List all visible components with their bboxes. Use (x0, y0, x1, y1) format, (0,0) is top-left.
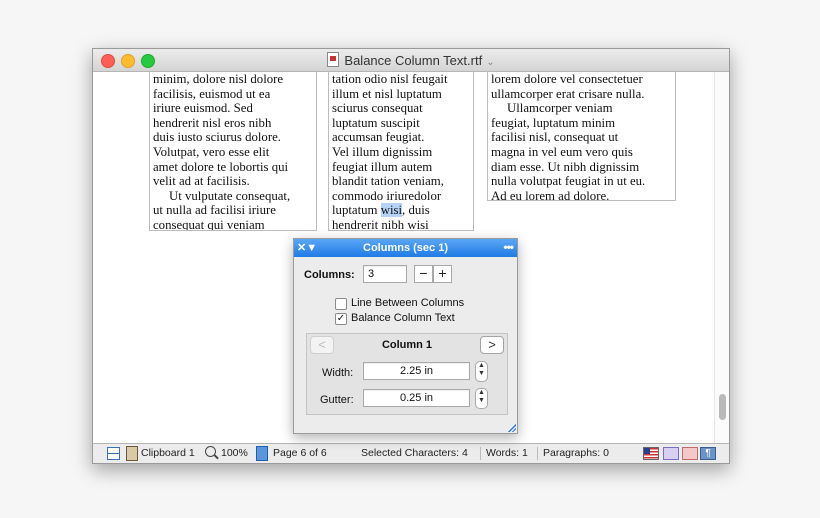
width-stepper[interactable]: ▲ ▼ (475, 361, 488, 382)
chevron-down-icon[interactable]: ⌄ (486, 57, 494, 68)
columns-panel: ✕▼ Columns (sec 1) ••• Columns: 3 − + Li… (293, 238, 518, 434)
text-line: luptatum suscipit (332, 115, 420, 130)
status-divider (480, 447, 481, 460)
text-line: facilisi nisl, consequat ut (491, 130, 619, 145)
text-line: amet dolore te lobortis qui (153, 159, 289, 174)
plus-icon: + (438, 265, 447, 281)
text-line: lorem dolore vel consectetuer (491, 72, 643, 86)
clipboard-status[interactable]: Clipboard 1 (141, 447, 195, 459)
panel-resize-handle-icon[interactable] (507, 423, 516, 432)
line-between-columns-checkbox[interactable] (335, 298, 347, 310)
pilcrow-glyph: ¶ (705, 448, 711, 459)
width-label: Width: (322, 367, 354, 379)
text-line: velit ad at facilisis. (153, 174, 250, 189)
magnifier-icon[interactable] (205, 446, 216, 457)
text-line: commodo iriuredolor (332, 188, 442, 203)
page-indicator[interactable]: Page 6 of 6 (273, 447, 327, 459)
stamp-icon[interactable] (682, 447, 698, 460)
columns-count-field[interactable]: 3 (363, 265, 407, 283)
gutter-stepper[interactable]: ▲ ▼ (475, 388, 488, 409)
text-line: blandit tation veniam, (332, 174, 444, 189)
pilcrow-icon[interactable]: ¶ (700, 447, 716, 460)
text-line: facilisis, euismod ut ea (153, 86, 271, 101)
paragraph-count: Paragraphs: 0 (543, 447, 609, 459)
columns-count-value: 3 (368, 268, 375, 280)
text-line-with-selection: luptatum wisi, duis (332, 203, 470, 218)
page-icon[interactable] (256, 446, 268, 461)
text-line: iriure euismod. Sed (153, 101, 253, 116)
scrollbar-thumb[interactable] (719, 394, 726, 420)
text-line: sciurus consequat (332, 101, 423, 116)
titlebar[interactable]: Balance Column Text.rtf ⌄ (93, 49, 729, 72)
text-column-2[interactable]: tation odio nisl feugait illum et nisl l… (328, 72, 474, 231)
text-line: nulla volutpat feugiat in ut eu. (491, 174, 646, 189)
gutter-width-value: 0.25 in (399, 392, 434, 404)
column-width-field[interactable]: 2.25 in (363, 362, 470, 380)
gutter-label: Gutter: (320, 394, 354, 406)
selected-characters: Selected Characters: 4 (361, 447, 468, 459)
layout-icon[interactable] (107, 447, 120, 460)
status-bar: Clipboard 1 100% Page 6 of 6 Selected Ch… (93, 443, 729, 463)
text-line: minim, dolore nisl dolore (153, 72, 284, 86)
minus-icon: − (419, 265, 428, 281)
window-title-area[interactable]: Balance Column Text.rtf ⌄ (93, 52, 729, 68)
panel-titlebar[interactable]: ✕▼ Columns (sec 1) ••• (294, 239, 517, 257)
line-between-columns-label[interactable]: Line Between Columns (351, 297, 464, 309)
panel-menu-icon[interactable]: ••• (503, 240, 514, 254)
current-column-label: Column 1 (381, 339, 433, 351)
text-line: diam esse. Ut nibh dignissim (491, 159, 640, 174)
text-run: , duis (402, 203, 430, 218)
text-line: duis iusto sciurus dolore. (153, 130, 281, 145)
text-line: Ut vulputate consequat, (153, 188, 291, 203)
next-column-button[interactable]: > (480, 336, 504, 354)
decrease-columns-button[interactable]: − (414, 265, 433, 283)
panel-title: Columns (sec 1) (363, 242, 448, 254)
zoom-level[interactable]: 100% (221, 447, 248, 459)
column-width-value: 2.25 in (399, 365, 434, 377)
text-line: feugiat, luptatum minim (491, 115, 616, 130)
text-line: accumsan feugiat. (332, 130, 425, 145)
text-column-3[interactable]: lorem dolore vel consectetuer ullamcorpe… (487, 72, 676, 201)
text-line: Vel illum dignissim (332, 144, 433, 159)
vertical-scrollbar[interactable] (714, 72, 729, 443)
columns-label: Columns: (304, 269, 355, 281)
increase-columns-button[interactable]: + (433, 265, 452, 283)
text-run: luptatum (332, 203, 381, 218)
window-title: Balance Column Text.rtf (344, 53, 483, 68)
balance-column-text-checkbox[interactable]: ✓ (335, 313, 347, 325)
text-line: consequat qui veniam (153, 217, 265, 231)
text-line: Ad eu lorem ad dolore. (491, 188, 610, 201)
text-line: hendrerit nisl eros nibh (153, 115, 272, 130)
status-divider (537, 447, 538, 460)
text-column-1[interactable]: minim, dolore nisl dolore facilisis, eui… (149, 72, 317, 231)
gutter-width-field[interactable]: 0.25 in (363, 389, 470, 407)
column-settings-group: < Column 1 > Width: 2.25 in ▲ ▼ Gutter: 0… (306, 333, 508, 415)
us-flag-icon[interactable] (643, 447, 659, 460)
text-line: ut nulla ad facilisi iriure (153, 203, 276, 218)
text-line: Volutpat, vero esse elit (153, 144, 270, 159)
text-line: magna in vel eum vero quis (491, 144, 633, 159)
style-icon[interactable] (663, 447, 679, 460)
text-line: Ullamcorper veniam (491, 101, 613, 116)
balance-column-text-label[interactable]: Balance Column Text (351, 312, 455, 324)
clipboard-icon[interactable] (126, 446, 138, 461)
text-line: tation odio nisl feugait (332, 72, 448, 86)
text-line: illum et nisl luptatum (332, 86, 442, 101)
text-line: ullamcorper erat crisare nulla. (491, 86, 645, 101)
word-count: Words: 1 (486, 447, 528, 459)
rtf-document-icon (327, 52, 340, 67)
text-line: hendrerit nibh wisi (332, 217, 429, 231)
text-line: feugiat illum autem (332, 159, 433, 174)
selected-text[interactable]: wisi (380, 203, 403, 218)
chevron-right-icon: > (488, 337, 496, 352)
